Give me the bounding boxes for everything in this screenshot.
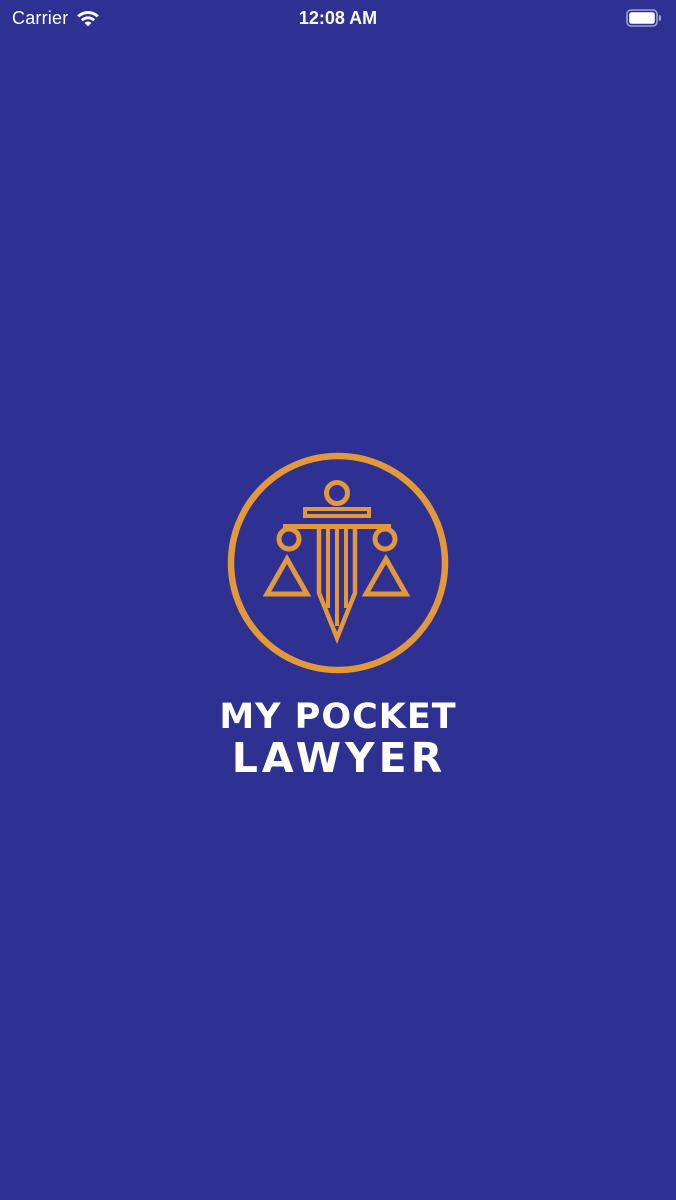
scales-of-justice-sword-icon <box>227 452 449 674</box>
status-bar: Carrier 12:08 AM <box>0 0 676 36</box>
status-time: 12:08 AM <box>298 8 378 28</box>
brand-line-2: LAWYER <box>231 734 447 782</box>
battery-icon <box>626 9 661 27</box>
brand-wordmark: MY POCKET LAWYER <box>0 698 676 780</box>
brand-line-1: MY POCKET <box>219 697 457 737</box>
splash-logo: MY POCKET LAWYER <box>0 448 676 780</box>
